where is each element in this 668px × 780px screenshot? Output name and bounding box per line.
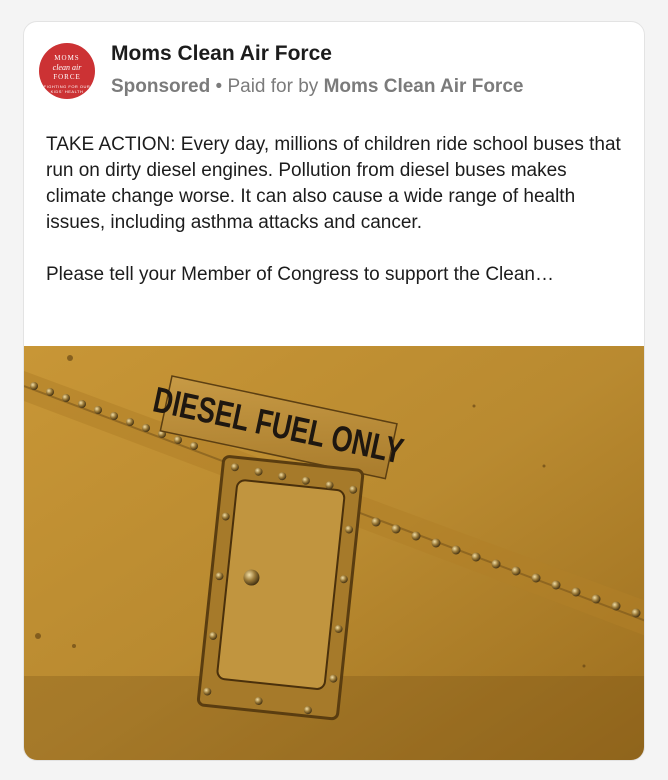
paid-for-prefix: Paid for by <box>227 76 319 97</box>
post-paragraph-truncated[interactable]: Please tell your Member of Congress to s… <box>46 262 630 288</box>
post-header: MOMS clean air FORCE FIGHTING FOR OUR KI… <box>24 22 644 122</box>
page-avatar[interactable]: MOMS clean air FORCE FIGHTING FOR OUR KI… <box>39 43 95 99</box>
post-paragraph: TAKE ACTION: Every day, millions of chil… <box>46 134 621 233</box>
avatar-logo-text: MOMS <box>54 54 80 62</box>
avatar-logo-text: FIGHTING FOR OUR KIDS' HEALTH <box>43 84 91 94</box>
avatar-logo-text: clean air <box>52 63 82 72</box>
fuel-door <box>196 455 365 721</box>
sponsored-line: Sponsored • Paid for by Moms Clean Air F… <box>111 76 523 98</box>
avatar-logo-text: FORCE <box>53 73 81 81</box>
page-name-link[interactable]: Moms Clean Air Force <box>111 42 332 66</box>
post-image[interactable]: DIESEL FUEL ONLY <box>24 346 645 761</box>
sponsored-label[interactable]: Sponsored <box>111 76 210 97</box>
paid-for-name: Moms Clean Air Force <box>323 76 524 97</box>
separator-dot: • <box>215 76 223 97</box>
post-body: TAKE ACTION: Every day, millions of chil… <box>46 132 630 288</box>
sponsored-post-card: MOMS clean air FORCE FIGHTING FOR OUR KI… <box>23 21 645 761</box>
